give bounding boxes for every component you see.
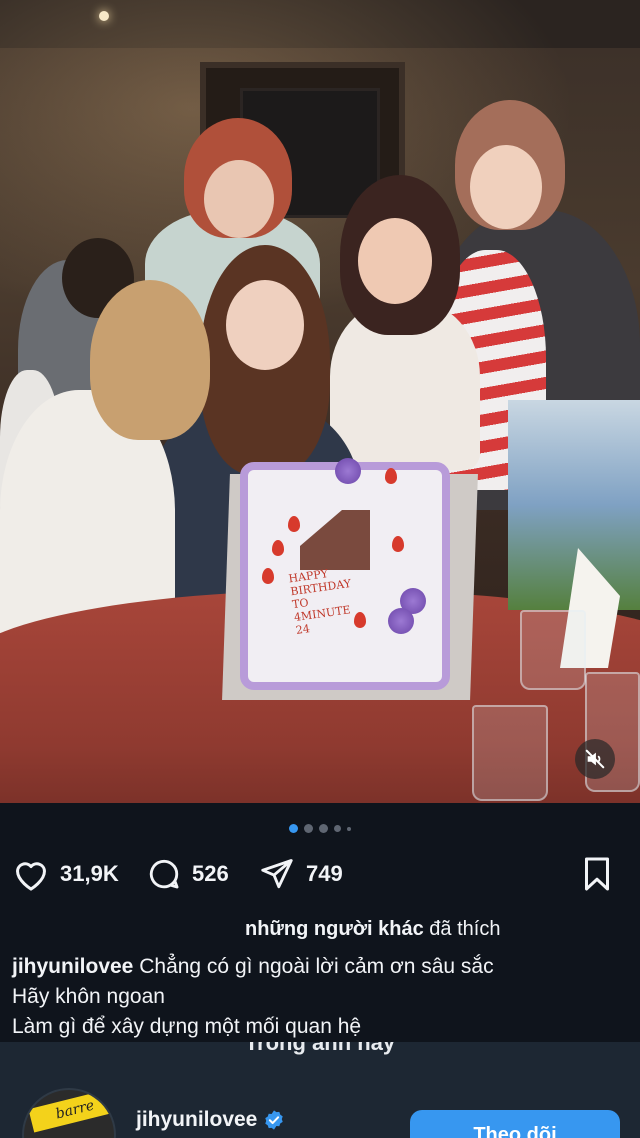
caption-username[interactable]: jihyunilovee: [12, 955, 133, 978]
photo-girl-face: [204, 160, 274, 238]
photo-girl-face: [470, 145, 542, 229]
like-button[interactable]: 31,9K: [12, 856, 119, 892]
save-button[interactable]: [580, 856, 614, 892]
photo-glass: [520, 610, 586, 690]
mute-button[interactable]: [575, 739, 615, 779]
caption-line: Hãy khôn ngoan: [12, 985, 165, 1008]
photo-cake-rose: [335, 458, 361, 484]
comment-icon: [149, 859, 179, 889]
photo-cake-berry: [392, 536, 404, 552]
like-count: 31,9K: [60, 861, 119, 886]
liked-by-text[interactable]: những người khác đã thích: [245, 918, 500, 941]
post-action-bar: 31,9K 526 749: [0, 852, 640, 896]
sheet-username-row[interactable]: jihyunilovee: [136, 1108, 285, 1132]
photo-cake-berry: [272, 540, 284, 556]
liked-by-others[interactable]: những người khác: [245, 918, 424, 940]
comment-button[interactable]: 526: [146, 856, 229, 892]
bookmark-icon: [585, 857, 609, 891]
caption-line: jihyunilovee Chẳng có gì ngoài lời cảm ơ…: [12, 952, 632, 982]
heart-icon: [16, 862, 46, 891]
share-button[interactable]: 749: [258, 856, 343, 892]
follow-button[interactable]: Theo dõi: [410, 1110, 620, 1138]
photo-cake-berry: [262, 568, 274, 584]
carousel-dot-active: [289, 824, 298, 833]
send-icon: [261, 859, 293, 889]
carousel-indicator: [0, 824, 640, 833]
photo-cake-rose: [388, 608, 414, 634]
photo-girl-face: [358, 218, 432, 304]
sheet-username[interactable]: jihyunilovee: [136, 1108, 257, 1132]
post-caption: jihyunilovee Chẳng có gì ngoài lời cảm ơ…: [12, 952, 632, 1042]
carousel-dot: [304, 824, 313, 833]
carousel-dot: [334, 825, 341, 832]
caption-line: Làm gì để xây dựng một mối quan hệ: [12, 1015, 362, 1038]
comment-count: 526: [192, 861, 229, 886]
photo-cake-berry: [385, 468, 397, 484]
post-photo[interactable]: HAPPY BIRTHDAY TO 4MINUTE 24: [0, 0, 640, 803]
caption-text: Chẳng có gì ngoài lời cảm ơn sâu sắc: [139, 955, 494, 978]
mute-icon: [585, 749, 605, 769]
share-count: 749: [306, 861, 343, 886]
photo-girl-face: [226, 280, 304, 370]
carousel-dot: [319, 824, 328, 833]
carousel-dot: [347, 826, 351, 831]
photo-cake-berry: [288, 516, 300, 532]
verified-badge-icon: [265, 1110, 284, 1130]
photo-glass: [472, 705, 548, 801]
photo-cake-inscription: HAPPY BIRTHDAY TO 4MINUTE 24: [288, 564, 357, 637]
photo-girl-hair: [90, 280, 210, 440]
liked-by-suffix: đã thích: [423, 918, 501, 940]
